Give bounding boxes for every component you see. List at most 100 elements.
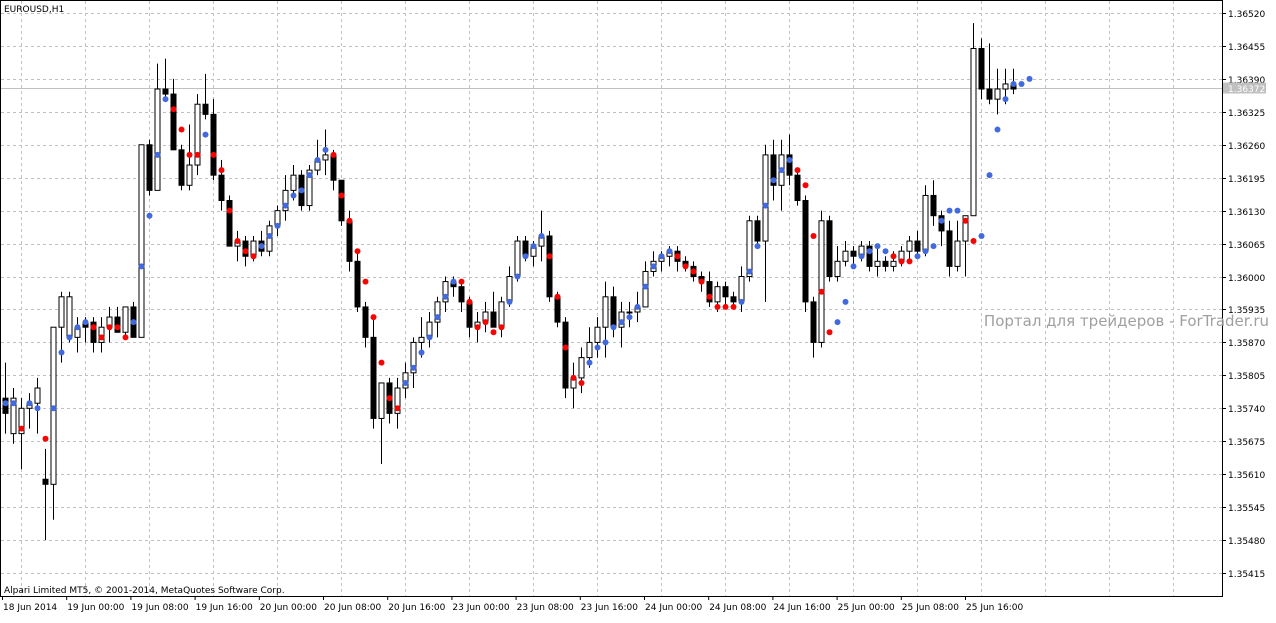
candle-body-bear xyxy=(754,220,761,242)
candle-body-bull xyxy=(186,164,193,186)
indicator-dot-down xyxy=(242,248,249,255)
y-tick-label: 1.35740 xyxy=(1228,405,1265,415)
indicator-dot-up xyxy=(978,232,985,239)
candle-body-bull xyxy=(154,88,161,191)
y-tick-label: 1.36065 xyxy=(1228,241,1265,251)
x-tick-label: 19 Jun 00:00 xyxy=(67,603,124,613)
x-tick-label: 24 Jun 08:00 xyxy=(709,603,766,613)
indicator-dot-down xyxy=(970,238,977,245)
indicator-dot-up xyxy=(26,400,33,407)
indicator-dot-up xyxy=(306,172,313,179)
candle-body-bull xyxy=(746,220,753,278)
indicator-dot-up xyxy=(770,177,777,184)
candle-body-bull xyxy=(818,220,825,343)
y-tick-label: 1.36520 xyxy=(1228,10,1265,20)
indicator-dot-up xyxy=(434,314,441,321)
x-tick-label: 23 Jun 00:00 xyxy=(452,603,509,613)
candle-body-bull xyxy=(594,326,601,343)
indicator-dot-down xyxy=(890,253,897,260)
indicator-dot-up xyxy=(74,324,81,331)
indicator-dot-down xyxy=(114,324,121,331)
candle-body-bear xyxy=(170,93,177,151)
candle-body-bear xyxy=(882,260,889,267)
indicator-dot-down xyxy=(898,258,905,265)
indicator-dot-down xyxy=(906,258,913,265)
indicator-dot-up xyxy=(130,319,137,326)
candle-body-bull xyxy=(602,296,609,328)
indicator-dot-down xyxy=(578,379,585,386)
indicator-dot-up xyxy=(2,400,9,407)
candle-body-bear xyxy=(826,220,833,278)
indicator-dot-down xyxy=(178,126,185,133)
candle-body-bear xyxy=(458,286,465,303)
x-tick-label: 25 Jun 08:00 xyxy=(902,603,959,613)
candle-body-bear xyxy=(218,174,225,202)
indicator-dot-up xyxy=(858,253,865,260)
indicator-dot-down xyxy=(386,395,393,402)
candle-body-bull xyxy=(498,301,505,328)
indicator-dot-up xyxy=(762,202,769,209)
candle-body-bull xyxy=(906,240,913,252)
candle-body-bear xyxy=(370,336,377,419)
indicator-dot-up xyxy=(146,212,153,219)
indicator-dot-down xyxy=(210,151,217,158)
candle-body-bear xyxy=(554,296,561,323)
indicator-dot-up xyxy=(1026,75,1033,82)
indicator-dot-up xyxy=(282,202,289,209)
candle-body-bear xyxy=(226,200,233,247)
indicator-dot-down xyxy=(106,324,113,331)
indicator-dot-up xyxy=(658,253,665,260)
candle-body-bear xyxy=(146,144,153,191)
candle-body-bull xyxy=(290,174,297,191)
candle-body-bear xyxy=(930,194,937,217)
indicator-dot-up xyxy=(634,303,641,310)
x-tick-label: 24 Jun 16:00 xyxy=(773,603,830,613)
candle-body-bear xyxy=(722,286,729,298)
candle-body-bear xyxy=(210,113,217,176)
indicator-dot-up xyxy=(298,187,305,194)
candle-body-bull xyxy=(890,260,897,267)
y-tick-label: 1.35870 xyxy=(1228,339,1265,349)
candle-body-bear xyxy=(562,321,569,389)
indicator-dot-up xyxy=(410,364,417,371)
candle-body-bull xyxy=(954,240,961,267)
indicator-dot-up xyxy=(322,146,329,153)
chart-title: EUROUSD,H1 xyxy=(4,5,64,15)
indicator-dot-up xyxy=(426,334,433,341)
y-tick-label: 1.35415 xyxy=(1228,570,1265,580)
indicator-dot-down xyxy=(90,324,97,331)
y-tick-label: 1.35805 xyxy=(1228,372,1265,382)
indicator-dot-down xyxy=(346,217,353,224)
x-tick-label: 25 Jun 00:00 xyxy=(838,603,895,613)
indicator-dot-up xyxy=(938,217,945,224)
candle-body-bear xyxy=(330,154,337,181)
indicator-dot-up xyxy=(842,298,849,305)
indicator-dot-down xyxy=(682,263,689,270)
candle-body-bear xyxy=(850,250,857,257)
indicator-dot-down xyxy=(250,253,257,260)
indicator-dot-down xyxy=(218,167,225,174)
indicator-dot-down xyxy=(362,278,369,285)
indicator-dot-down xyxy=(546,253,553,260)
indicator-dot-up xyxy=(882,248,889,255)
indicator-dot-up xyxy=(666,248,673,255)
candle-body-bull xyxy=(1002,83,1009,90)
indicator-dot-up xyxy=(10,400,17,407)
candle-body-bull xyxy=(378,382,385,419)
indicator-dot-up xyxy=(50,405,57,412)
indicator-dot-up xyxy=(834,319,841,326)
indicator-dot-up xyxy=(258,243,265,250)
indicator-dot-up xyxy=(738,298,745,305)
indicator-dot-up xyxy=(154,151,161,158)
indicator-dot-down xyxy=(466,298,473,305)
price-chart-svg: 1.365201.364551.363901.363251.362601.361… xyxy=(0,0,1276,619)
indicator-dot-down xyxy=(698,278,705,285)
indicator-dot-down xyxy=(122,334,129,341)
indicator-dot-down xyxy=(826,329,833,336)
candle-body-bull xyxy=(970,47,977,217)
candle-body-bull xyxy=(514,240,521,278)
indicator-dot-down xyxy=(690,268,697,275)
indicator-dot-up xyxy=(1010,80,1017,87)
indicator-dot-up xyxy=(66,334,73,341)
indicator-dot-down xyxy=(458,278,465,285)
